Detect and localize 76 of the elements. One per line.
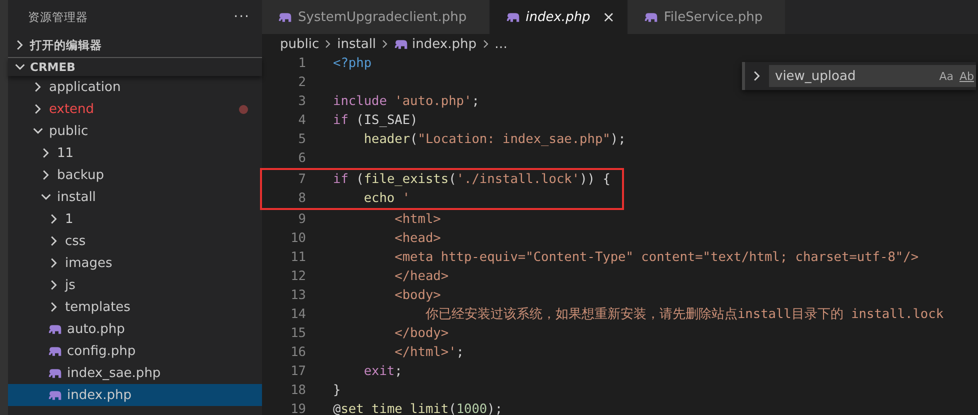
line-number: 1 [297,56,307,71]
tree-item[interactable]: application [8,76,262,98]
code-line: <meta http-equiv="Content-Type" content="text/html; charset=utf-8"/> [394,250,919,265]
elephant-icon [506,12,520,22]
code-line: if (file_exists('./install.lock')) { [333,172,610,187]
find-option-toggle[interactable]: Ab [959,70,974,82]
tree-item[interactable]: backup [8,164,262,186]
line-number: 11 [290,250,307,265]
elephant-icon [48,368,62,378]
chevron-icon [480,39,490,49]
code-line: <head> [394,231,441,246]
code-line: include 'auto.php'; [333,94,480,109]
code-line: if (IS_SAE) [333,113,418,128]
line-number: 15 [290,326,307,341]
code-line: </head> [394,269,449,284]
elephant-icon [394,38,408,50]
code-line: exit; [362,364,402,379]
code-line: } [333,383,341,398]
breadcrumb-item[interactable]: … [494,36,508,52]
find-option-toggle[interactable]: Aa [939,70,954,82]
elephant-icon [48,324,62,334]
tree-item[interactable]: config.php [8,340,262,362]
line-number: 8 [297,191,307,206]
tree-item[interactable]: public [8,120,262,142]
more-actions-button[interactable]: ··· [234,9,250,25]
code-line: </body> [394,326,449,341]
line-number: 18 [290,383,307,398]
modified-dot [239,104,248,114]
code-line: @set_time_limit(1000); [333,402,503,415]
elephant-icon [48,346,62,356]
line-number: 17 [290,364,307,379]
line-number: 2 [297,75,307,90]
tree-item[interactable]: index.php [8,384,262,406]
breadcrumb-item[interactable]: public [280,36,320,52]
elephant-icon [48,390,62,400]
code-line: header("Location: index_sae.php"); [362,132,626,147]
breadcrumb-item[interactable]: install [337,36,376,52]
tree-item[interactable]: auto.php [8,318,262,340]
line-number: 6 [297,151,307,166]
close-tab-button[interactable]: × [602,8,615,26]
code-line: <?php [333,56,372,71]
line-number: 19 [290,402,307,415]
tree-item[interactable]: 11 [8,142,262,164]
elephant-icon [644,12,658,22]
elephant-icon [278,12,292,22]
line-number: 4 [297,113,307,128]
code-line: <body> [394,288,441,303]
section-header[interactable]: 打开的编辑器 [8,34,262,56]
line-number: 9 [297,212,307,227]
line-number: 5 [297,132,307,147]
line-number: 10 [290,231,307,246]
line-number: 12 [290,269,307,284]
editor-tab[interactable]: FileService.php [628,0,786,34]
code-line: echo ' [362,191,410,206]
code-line: </html>'; [394,345,464,360]
section-header[interactable]: CRMEB [8,57,262,76]
editor-tab[interactable]: SystemUpgradeclient.php [262,0,490,34]
tree-item[interactable]: images [8,252,262,274]
find-input[interactable]: view_upload Aa Ab [769,65,976,87]
tree-item[interactable]: css [8,230,262,252]
tree-item[interactable]: js [8,274,262,296]
breadcrumb-item[interactable]: index.php [412,36,476,52]
tree-item[interactable]: install [8,186,262,208]
tree-item[interactable]: templates [8,296,262,318]
line-number: 7 [297,172,307,187]
tree-item[interactable]: extend [8,98,262,120]
editor-tab[interactable]: index.php × [490,0,628,34]
explorer-title: 资源管理器 [28,10,88,24]
code-line: <html> [394,212,441,227]
line-number: 13 [290,288,307,303]
line-number: 16 [290,345,307,360]
tree-item[interactable]: index_sae.php [8,362,262,384]
line-number: 14 [290,307,307,322]
code-line: 你已经安装过该系统，如果想重新安装，请先删除站点install目录下的 install.lock [424,306,944,323]
line-number: 3 [297,94,307,109]
tree-item[interactable]: 1 [8,208,262,230]
